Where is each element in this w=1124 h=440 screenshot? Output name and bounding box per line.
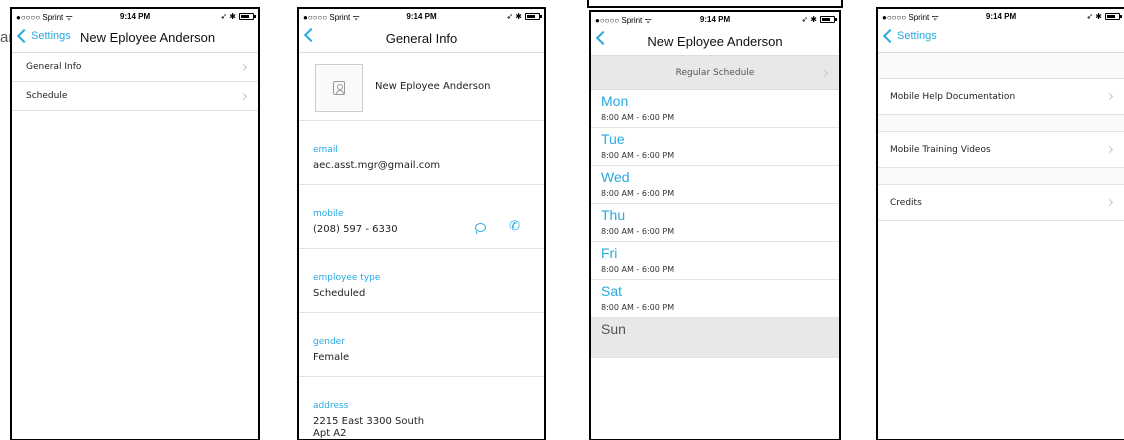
day-name: Mon	[601, 93, 629, 109]
mobile-value: (208) 597 - 6330	[313, 224, 398, 235]
phone-screen-employee-menu: ●○○○○ Sprint ᯤ 9:14 PM ➶ ✱ Settings New …	[10, 7, 260, 440]
settings-item-credits[interactable]: Credits	[878, 185, 1124, 221]
day-hours: 8:00 AM - 6:00 PM	[601, 303, 675, 312]
screenshot-frame-edge	[587, 0, 843, 8]
address-line-2: Apt A2	[313, 428, 347, 439]
page-title: New Eployee Anderson	[647, 34, 783, 49]
day-hours: 8:00 AM - 6:00 PM	[601, 265, 675, 274]
battery-icon	[525, 13, 542, 20]
day-row-sat[interactable]: Sat 8:00 AM - 6:00 PM	[591, 280, 839, 318]
page-title: New Eployee Anderson	[80, 30, 216, 45]
back-label: Settings	[31, 30, 71, 42]
page-title: General Info	[385, 31, 458, 46]
chevron-right-icon	[820, 69, 829, 78]
mobile-label: mobile	[313, 209, 344, 219]
menu-item-label: General Info	[26, 62, 82, 72]
mobile-field: mobile (208) 597 - 6330 ✆	[299, 185, 544, 249]
day-hours: 8:00 AM - 6:00 PM	[601, 113, 675, 122]
back-button[interactable]: Settings	[882, 28, 937, 44]
nav-bar: Settings New Eployee Anderson	[12, 25, 258, 53]
day-name: Wed	[601, 169, 630, 185]
nav-bar: General Info	[299, 25, 544, 53]
settings-item-training-videos[interactable]: Mobile Training Videos	[878, 132, 1124, 168]
location-bluetooth-icon: ➶ ✱	[506, 12, 522, 21]
status-icons: ➶ ✱	[506, 12, 542, 21]
back-button[interactable]: Settings	[16, 28, 71, 44]
status-bar: ●○○○○ Sprint ᯤ 9:14 PM ➶ ✱	[591, 12, 839, 28]
day-name: Sun	[601, 321, 626, 337]
section-gap	[878, 168, 1124, 185]
day-row-sun[interactable]: Sun	[591, 318, 839, 358]
email-label: email	[313, 145, 338, 155]
day-name: Tue	[601, 131, 625, 147]
day-hours: 8:00 AM - 6:00 PM	[601, 151, 675, 160]
address-line-1: 2215 East 3300 South	[313, 416, 425, 427]
location-bluetooth-icon: ➶ ✱	[801, 15, 817, 24]
schedule-header-label: Regular Schedule	[675, 68, 755, 78]
menu-item-schedule[interactable]: Schedule	[12, 82, 258, 111]
location-bluetooth-icon: ➶ ✱	[220, 12, 236, 21]
menu-item-label: Schedule	[26, 91, 68, 101]
status-icons: ➶ ✱	[1086, 12, 1122, 21]
gender-field: gender Female	[299, 313, 544, 377]
day-hours: 8:00 AM - 6:00 PM	[601, 227, 675, 236]
status-icons: ➶ ✱	[801, 15, 837, 24]
employee-type-label: employee type	[313, 273, 381, 283]
day-name: Thu	[601, 207, 626, 223]
menu-item-general-info[interactable]: General Info	[12, 53, 258, 82]
contact-placeholder-icon	[333, 81, 345, 95]
call-icon[interactable]: ✆	[509, 220, 520, 233]
employee-name: New Eployee Anderson	[375, 81, 491, 92]
chevron-right-icon	[1105, 145, 1114, 154]
back-label: Settings	[897, 30, 937, 42]
battery-icon	[1105, 13, 1122, 20]
section-gap	[878, 115, 1124, 132]
battery-icon	[820, 16, 837, 23]
chevron-right-icon	[1105, 92, 1114, 101]
day-row-fri[interactable]: Fri 8:00 AM - 6:00 PM	[591, 242, 839, 280]
battery-icon	[239, 13, 256, 20]
employee-type-field: employee type Scheduled	[299, 249, 544, 313]
chevron-right-icon	[1105, 198, 1114, 207]
day-row-mon[interactable]: Mon 8:00 AM - 6:00 PM	[591, 90, 839, 128]
address-value: 2215 East 3300 South Apt A2	[313, 416, 425, 439]
email-field: email aec.asst.mgr@gmail.com	[299, 121, 544, 185]
status-bar: ●○○○○ Sprint ᯤ 9:14 PM ➶ ✱	[878, 9, 1124, 25]
address-label: address	[313, 401, 349, 411]
day-name: Sat	[601, 283, 623, 299]
chevron-right-icon	[239, 92, 248, 101]
chevron-left-icon	[882, 28, 898, 44]
section-gap	[878, 53, 1124, 79]
address-field: address 2215 East 3300 South Apt A2	[299, 377, 544, 439]
email-value[interactable]: aec.asst.mgr@gmail.com	[313, 160, 440, 172]
status-bar: ●○○○○ Sprint ᯤ 9:14 PM ➶ ✱	[12, 9, 258, 25]
gender-label: gender	[313, 337, 345, 347]
regular-schedule-header[interactable]: Regular Schedule	[591, 56, 839, 90]
chevron-left-icon	[16, 28, 32, 44]
settings-item-label: Credits	[890, 198, 922, 208]
employee-type-value: Scheduled	[313, 288, 366, 299]
day-hours: 8:00 AM - 6:00 PM	[601, 189, 675, 198]
phone-screen-schedule: ●○○○○ Sprint ᯤ 9:14 PM ➶ ✱ New Eployee A…	[589, 10, 841, 440]
nav-bar: New Eployee Anderson	[591, 28, 839, 56]
day-row-thu[interactable]: Thu 8:00 AM - 6:00 PM	[591, 204, 839, 242]
settings-item-help-documentation[interactable]: Mobile Help Documentation	[878, 79, 1124, 115]
avatar[interactable]	[315, 64, 363, 112]
gender-value: Female	[313, 352, 350, 363]
status-bar: ●○○○○ Sprint ᯤ 9:14 PM ➶ ✱	[299, 9, 544, 25]
profile-header: New Eployee Anderson	[299, 53, 544, 121]
nav-bar: Settings	[878, 25, 1124, 53]
day-row-wed[interactable]: Wed 8:00 AM - 6:00 PM	[591, 166, 839, 204]
location-bluetooth-icon: ➶ ✱	[1086, 12, 1102, 21]
settings-item-label: Mobile Help Documentation	[890, 92, 1016, 102]
message-icon[interactable]	[475, 223, 486, 232]
chevron-right-icon	[239, 63, 248, 72]
phone-screen-settings: ●○○○○ Sprint ᯤ 9:14 PM ➶ ✱ Settings Mobi…	[876, 7, 1124, 440]
day-name: Fri	[601, 245, 618, 261]
day-row-tue[interactable]: Tue 8:00 AM - 6:00 PM	[591, 128, 839, 166]
status-icons: ➶ ✱	[220, 12, 256, 21]
phone-screen-general-info: ●○○○○ Sprint ᯤ 9:14 PM ➶ ✱ General Info …	[297, 7, 546, 440]
settings-item-label: Mobile Training Videos	[890, 145, 991, 155]
